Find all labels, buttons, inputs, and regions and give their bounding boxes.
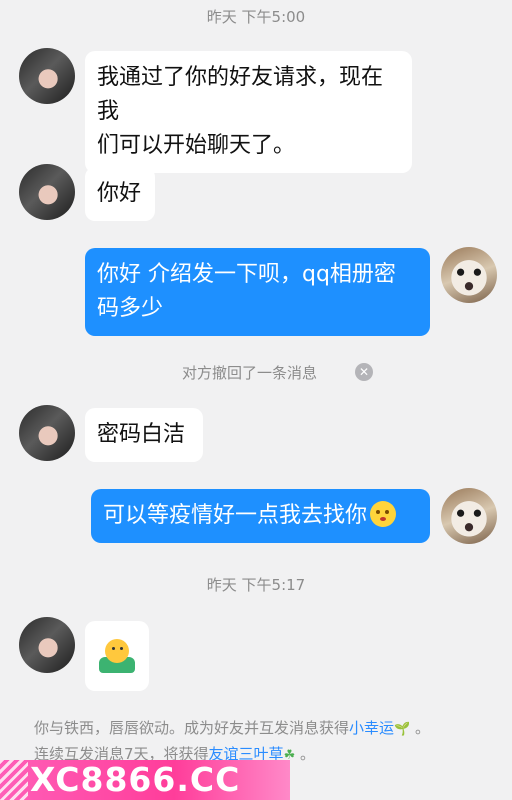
lucky-link[interactable]: 小幸运: [349, 719, 394, 737]
contact-avatar[interactable]: [19, 164, 75, 220]
system-notice-text: 你与铁西，唇唇欲动。成为好友并互发消息获得: [34, 719, 350, 737]
message-text: 你好: [97, 181, 142, 206]
recall-notice: 对方撤回了一条消息 ✕: [0, 360, 512, 384]
recall-notice-text: 对方撤回了一条消息: [182, 364, 318, 382]
contact-avatar[interactable]: [19, 405, 75, 461]
system-notice-text: 。: [415, 719, 431, 737]
watermark-banner: XC8866.CC: [0, 760, 290, 800]
contact-avatar[interactable]: [19, 617, 75, 673]
system-notice-line: 你与铁西，唇唇欲动。成为好友并互发消息获得小幸运🌱 。: [34, 716, 494, 742]
incoming-message-bubble[interactable]: 你好: [85, 167, 155, 221]
my-avatar[interactable]: [441, 488, 497, 544]
blush-face-emoji: [370, 501, 397, 527]
contact-avatar[interactable]: [19, 48, 75, 104]
message-text-line: 我通过了你的好友请求，现在我: [97, 65, 384, 124]
chat-timestamp: 昨天 下午5:00: [206, 8, 306, 26]
chat-timestamp: 昨天 下午5:17: [206, 576, 306, 594]
message-text: 密码白洁: [97, 422, 186, 447]
message-text-line: 码多少: [97, 296, 164, 321]
watermark-stripes: [0, 760, 28, 800]
close-icon[interactable]: ✕: [355, 363, 373, 381]
sprout-icon: 🌱: [394, 722, 411, 737]
person-sticker[interactable]: [85, 621, 149, 691]
incoming-message-bubble[interactable]: 我通过了你的好友请求，现在我 们可以开始聊天了。: [85, 51, 412, 173]
message-text-line: 们可以开始聊天了。: [97, 133, 296, 158]
watermark-text: XC8866.CC: [30, 760, 241, 799]
system-notice-text: 。: [300, 745, 316, 763]
outgoing-message-bubble[interactable]: 你好 介绍发一下呗，qq相册密 码多少: [85, 248, 430, 336]
sticker-head: [105, 639, 129, 663]
message-text-line: 你好 介绍发一下呗，qq相册密: [97, 262, 396, 287]
my-avatar[interactable]: [441, 247, 497, 303]
incoming-message-bubble[interactable]: 密码白洁: [85, 408, 203, 462]
outgoing-message-bubble[interactable]: 可以等疫情好一点我去找你: [91, 489, 430, 543]
sticker-eyes: [112, 647, 115, 650]
message-text: 可以等疫情好一点我去找你: [103, 503, 368, 528]
